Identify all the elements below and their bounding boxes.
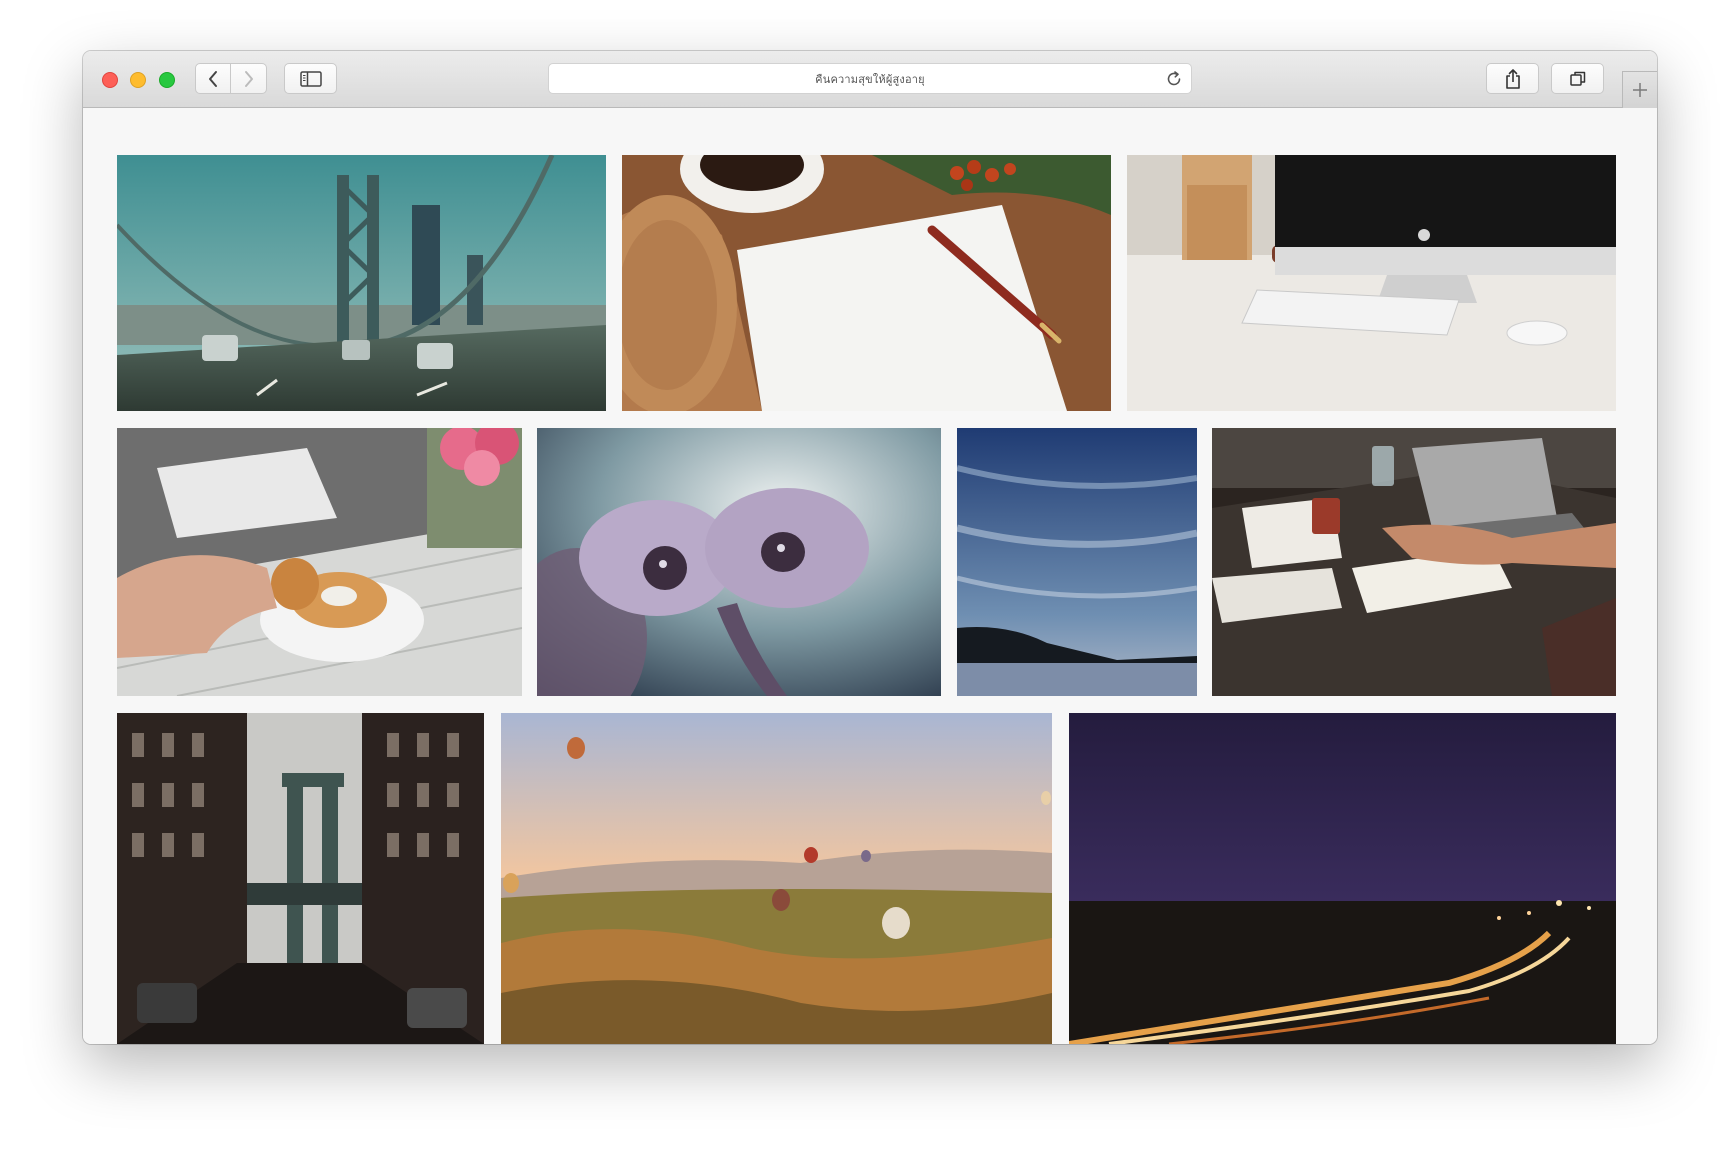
photo-sky-sunset[interactable]: [957, 428, 1197, 696]
chevron-left-icon: [209, 70, 217, 87]
share-icon: [1505, 68, 1520, 89]
photo-manhattan-bridge-street[interactable]: [117, 713, 484, 1044]
photo-coffee-paper-pen[interactable]: [622, 155, 1111, 411]
photo-people-working-table[interactable]: [1212, 428, 1616, 696]
sidebar-icon: [299, 70, 322, 87]
photo-bridge-road[interactable]: [117, 155, 606, 411]
share-button[interactable]: [1486, 63, 1539, 94]
close-window-button[interactable]: [102, 72, 118, 88]
chevron-right-icon: [244, 70, 253, 87]
photo-purple-flower[interactable]: [537, 428, 941, 696]
photo-donut-table[interactable]: [117, 428, 522, 696]
tab-overview-button[interactable]: [1551, 63, 1604, 94]
page-content: [83, 108, 1657, 1044]
address-bar[interactable]: คืนความสุขให้ผู้สูงอายุ: [548, 63, 1192, 94]
forward-button[interactable]: [231, 63, 267, 94]
browser-toolbar: คืนความสุขให้ผู้สูงอายุ: [83, 51, 1657, 108]
plus-icon: [1633, 83, 1647, 97]
reload-icon: [1167, 71, 1181, 86]
address-bar-text: คืนความสุขให้ผู้สูงอายุ: [815, 73, 925, 86]
reload-button[interactable]: [1165, 70, 1183, 93]
photo-highway-night[interactable]: [1069, 713, 1616, 1044]
browser-window: คืนความสุขให้ผู้สูงอายุ: [83, 51, 1657, 1044]
photo-hot-air-balloons[interactable]: [501, 713, 1052, 1044]
new-tab-button[interactable]: [1622, 71, 1657, 108]
navigation-buttons: [195, 63, 267, 94]
zoom-window-button[interactable]: [159, 72, 175, 88]
back-button[interactable]: [195, 63, 231, 94]
minimize-window-button[interactable]: [130, 72, 146, 88]
sidebar-button[interactable]: [284, 63, 337, 94]
tab-overview-icon: [1569, 71, 1585, 86]
photo-desk-computer[interactable]: [1127, 155, 1616, 411]
